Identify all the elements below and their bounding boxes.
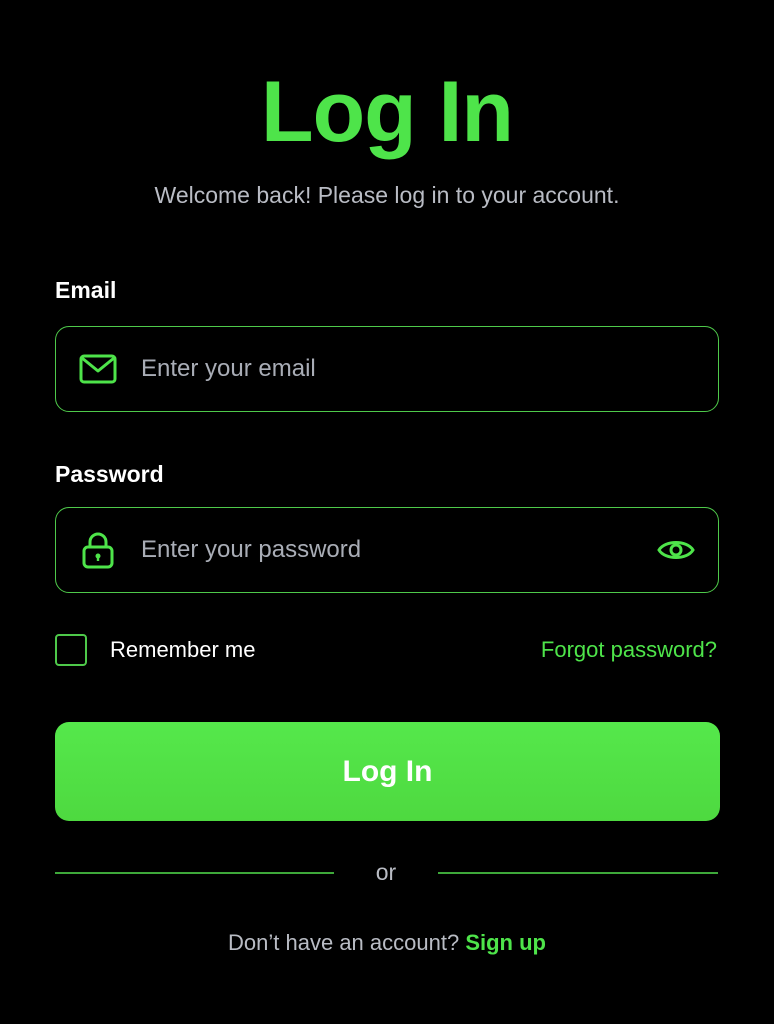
password-field[interactable] bbox=[55, 507, 719, 593]
page-subtitle: Welcome back! Please log in to your acco… bbox=[154, 182, 620, 208]
signup-row: Don’t have an account? Sign up bbox=[0, 928, 774, 958]
divider-line-left bbox=[55, 872, 334, 874]
divider-text: or bbox=[375, 859, 397, 885]
signup-prompt: Don’t have an account? bbox=[228, 930, 466, 955]
email-field[interactable] bbox=[55, 326, 719, 412]
remember-me-label: Remember me bbox=[110, 637, 256, 662]
password-input[interactable] bbox=[141, 508, 641, 592]
forgot-password-link[interactable]: Forgot password? bbox=[541, 634, 717, 666]
eye-icon[interactable] bbox=[656, 530, 696, 570]
lock-icon bbox=[78, 530, 118, 570]
email-label: Email bbox=[55, 277, 117, 303]
page-title: Log In bbox=[261, 64, 514, 160]
login-page: Log In Welcome back! Please log in to yo… bbox=[0, 0, 774, 1024]
password-label: Password bbox=[55, 461, 164, 487]
login-button[interactable]: Log In bbox=[55, 722, 720, 821]
signup-link[interactable]: Sign up bbox=[465, 930, 546, 955]
email-input[interactable] bbox=[141, 327, 641, 411]
divider-line-right bbox=[438, 872, 718, 874]
remember-me-checkbox[interactable]: Remember me bbox=[55, 634, 255, 666]
mail-icon bbox=[78, 349, 118, 389]
checkbox-box[interactable] bbox=[55, 634, 87, 666]
